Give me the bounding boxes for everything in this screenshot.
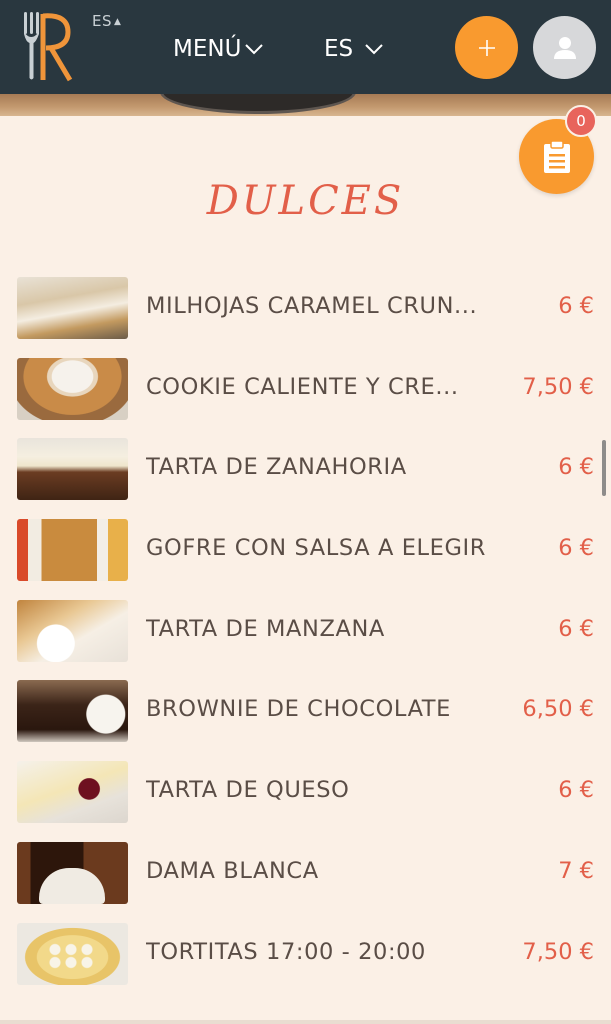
plus-icon: [478, 39, 495, 56]
item-price: 6 €: [558, 535, 594, 562]
item-name: BROWNIE DE CHOCOLATE: [146, 696, 451, 723]
menu-item[interactable]: TARTA DE MANZANA 6 €: [0, 590, 611, 671]
item-name: MILHOJAS CARAMEL CRUN...: [146, 293, 478, 319]
item-name: TARTA DE ZANAHORIA: [146, 454, 407, 481]
item-price: 7 €: [558, 857, 594, 884]
menu-item[interactable]: MILHOJAS CARAMEL CRUN... 6 €: [0, 267, 611, 348]
language-code: ES: [92, 12, 112, 30]
menu-item[interactable]: TORTITAS 17:00 - 20:00 7,50 €: [0, 913, 611, 994]
item-photo: [17, 922, 128, 985]
orders-count-badge: 0: [565, 105, 597, 137]
item-price: 6 €: [558, 777, 594, 804]
item-name: TORTITAS 17:00 - 20:00: [146, 938, 426, 965]
item-name: GOFRE CON SALSA A ELEGIR: [146, 535, 486, 562]
menu-item-list: MILHOJAS CARAMEL CRUN... 6 € COOKIE CALI…: [0, 267, 611, 993]
clipboard-icon: [543, 139, 570, 173]
scrollbar-thumb[interactable]: [602, 440, 606, 496]
item-price: 7,50 €: [522, 373, 594, 400]
add-button[interactable]: [455, 16, 518, 79]
item-name: DAMA BLANCA: [146, 857, 319, 884]
item-price: 6 €: [558, 615, 594, 642]
item-photo: [17, 761, 128, 824]
menu-item[interactable]: GOFRE CON SALSA A ELEGIR 6 €: [0, 509, 611, 590]
item-price: 6 €: [558, 293, 594, 319]
language-dropdown[interactable]: ES: [324, 36, 383, 62]
hero-image: [0, 94, 611, 116]
section-title: DULCES: [206, 178, 405, 224]
item-photo: [17, 680, 128, 743]
bottom-divider: [0, 1020, 611, 1024]
item-name: COOKIE CALIENTE Y CRE...: [146, 373, 459, 400]
item-photo: [17, 277, 128, 339]
item-photo: [17, 438, 128, 501]
menu-item[interactable]: COOKIE CALIENTE Y CRE... 7,50 €: [0, 348, 611, 429]
menu-item[interactable]: TARTA DE ZANAHORIA 6 €: [0, 428, 611, 509]
item-photo: [17, 841, 128, 904]
chevron-down-icon: [365, 44, 383, 55]
menu-dropdown-label: MENÚ: [173, 36, 242, 62]
user-account-button[interactable]: [533, 16, 596, 79]
photo-detail: [39, 867, 105, 904]
item-photo: [17, 599, 128, 662]
photo-detail: [47, 942, 97, 969]
item-price: 6,50 €: [522, 696, 594, 723]
menu-dropdown[interactable]: MENÚ: [173, 36, 264, 62]
menu-item[interactable]: BROWNIE DE CHOCOLATE 6,50 €: [0, 670, 611, 751]
menu-item[interactable]: DAMA BLANCA 7 €: [0, 832, 611, 913]
user-icon: [553, 36, 576, 59]
item-price: 6 €: [558, 454, 594, 481]
item-price: 7,50 €: [522, 938, 594, 965]
restaurant-logo[interactable]: [18, 10, 78, 84]
menu-item[interactable]: TARTA DE QUESO 6 €: [0, 751, 611, 832]
item-photo: [17, 519, 128, 582]
hero-plate: [160, 94, 356, 114]
chevron-down-icon: [245, 44, 264, 55]
sort-arrows-icon: ▲: [114, 17, 122, 27]
top-bar: ES ▲ MENÚ ES: [0, 0, 611, 94]
item-photo: [17, 357, 128, 420]
language-dropdown-label: ES: [324, 36, 354, 62]
language-selector-small[interactable]: ES ▲: [92, 12, 121, 30]
item-name: TARTA DE MANZANA: [146, 615, 385, 642]
item-name: TARTA DE QUESO: [146, 777, 350, 804]
